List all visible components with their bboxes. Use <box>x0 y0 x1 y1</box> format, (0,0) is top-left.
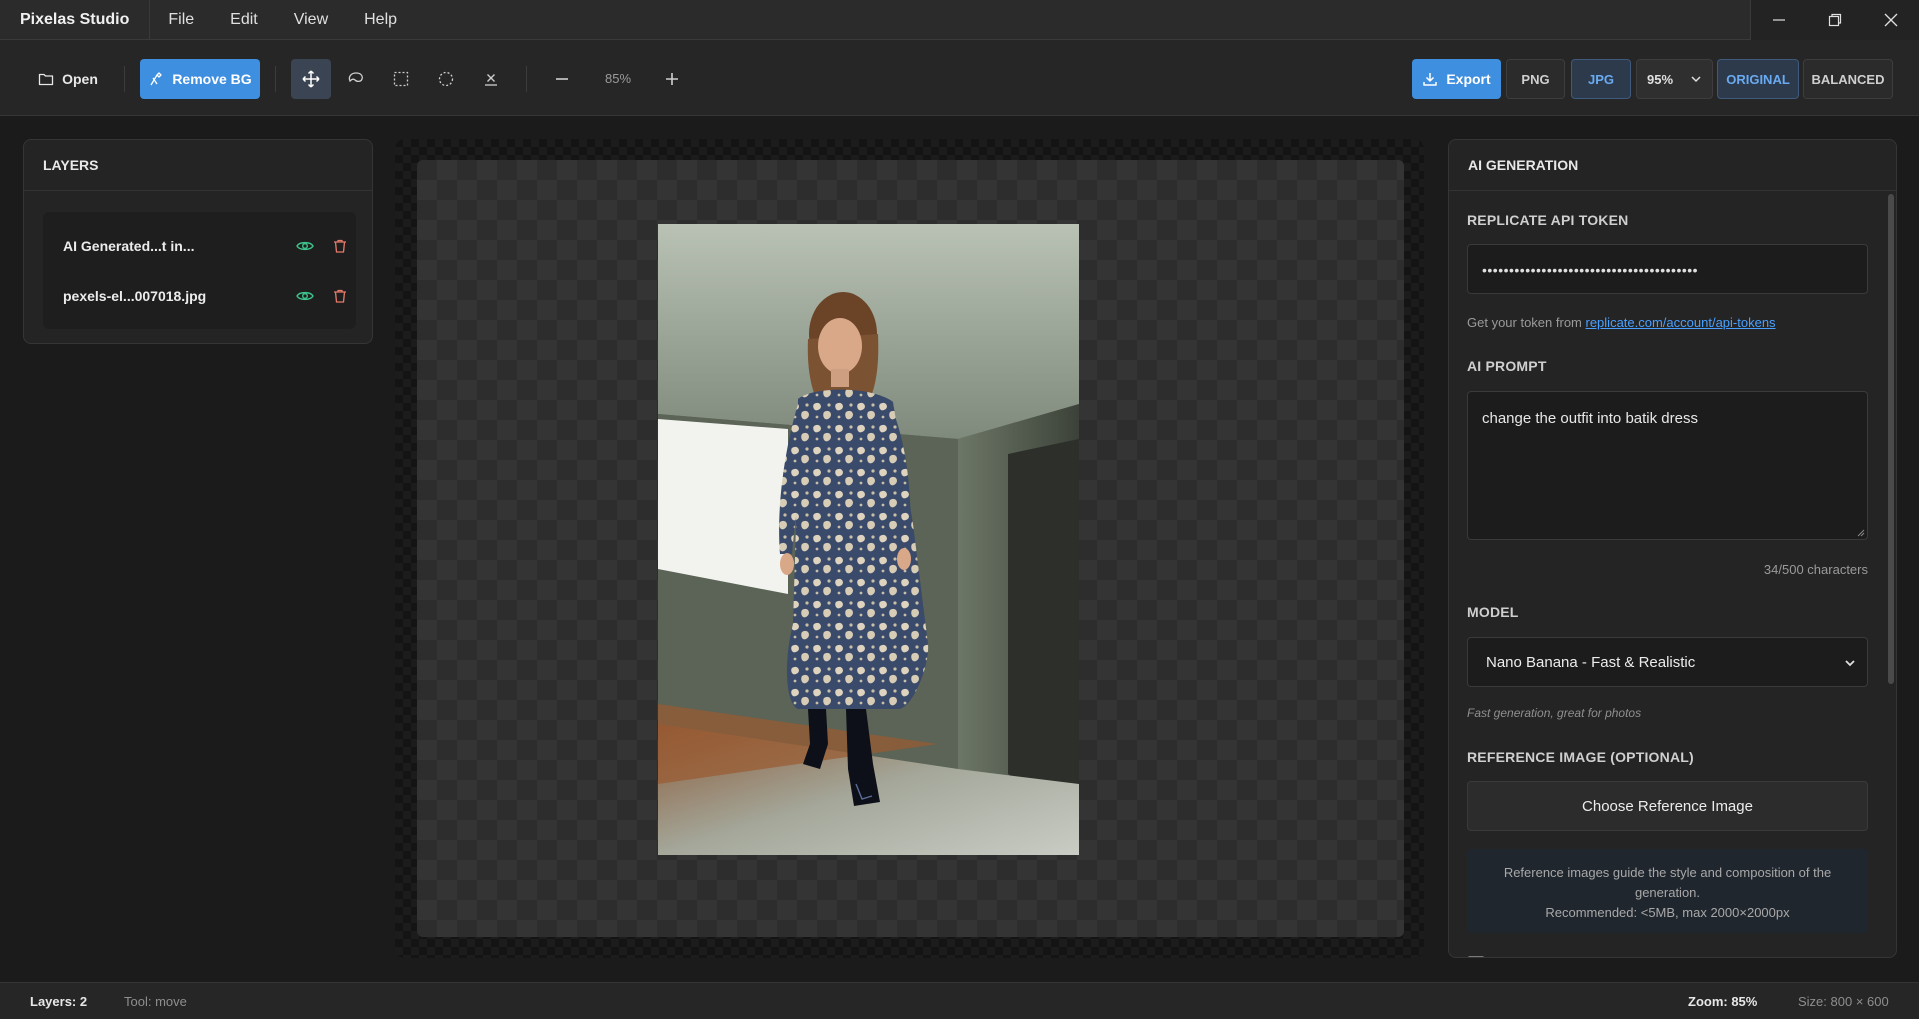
api-token-label: REPLICATE API TOKEN <box>1467 212 1629 228</box>
restore-button[interactable] <box>1807 0 1863 40</box>
folder-icon <box>38 73 54 86</box>
lasso-tool-button[interactable] <box>336 59 376 99</box>
reference-note-line: Recommended: <5MB, max 2000×2000px <box>1545 905 1790 920</box>
rect-select-icon <box>393 71 409 87</box>
quality-select[interactable]: 95% <box>1636 59 1713 99</box>
open-button[interactable]: Open <box>28 59 108 99</box>
mode-original-button[interactable]: ORIGINAL <box>1717 59 1799 99</box>
layers-panel: LAYERS AI Generated...t in... pexels-el.… <box>23 139 373 344</box>
model-select[interactable]: Nano Banana - Fast & Realistic <box>1467 637 1868 687</box>
eye-icon[interactable] <box>296 237 314 255</box>
status-layers: Layers: 2 <box>30 994 88 1009</box>
layer-name: AI Generated...t in... <box>63 238 195 254</box>
toolbar-divider <box>124 66 125 92</box>
lasso-icon <box>348 72 363 83</box>
menu-help[interactable]: Help <box>346 0 415 40</box>
fashion-photo <box>658 224 1079 855</box>
open-label: Open <box>62 71 98 87</box>
model-value: Nano Banana - Fast & Realistic <box>1486 654 1696 671</box>
token-hint: Get your token from replicate.com/accoun… <box>1467 315 1776 330</box>
eye-icon[interactable] <box>296 287 314 305</box>
title-bar: Pixelas Studio File Edit View Help <box>0 0 1919 40</box>
quality-value: 95% <box>1647 71 1674 87</box>
ai-panel-title: AI GENERATION <box>1449 140 1896 191</box>
mode-balanced-button[interactable]: BALANCED <box>1803 59 1893 99</box>
export-label: Export <box>1446 71 1491 87</box>
wand-icon <box>150 72 162 86</box>
clear-selection-button[interactable] <box>471 59 511 99</box>
close-icon <box>1884 13 1898 27</box>
plus-icon <box>666 73 678 85</box>
format-png-button[interactable]: PNG <box>1506 59 1565 99</box>
ai-prompt-textarea[interactable]: change the outfit into batik dress <box>1467 391 1868 540</box>
remove-bg-label: Remove BG <box>172 71 252 87</box>
minimize-button[interactable] <box>1751 0 1807 40</box>
menu-view[interactable]: View <box>276 0 346 40</box>
zoom-in-button[interactable] <box>652 59 692 99</box>
ellipse-select-icon <box>438 71 454 87</box>
prompt-text: change the outfit into batik dress <box>1482 410 1698 427</box>
checkbox[interactable] <box>1467 956 1485 957</box>
format-jpg-button[interactable]: JPG <box>1571 59 1631 99</box>
layer-list: AI Generated...t in... pexels-el...00701… <box>43 212 356 329</box>
move-tool-button[interactable] <box>291 59 331 99</box>
app-title: Pixelas Studio <box>0 0 151 40</box>
toolbar-divider <box>526 66 527 92</box>
chevron-down-icon <box>1691 76 1701 83</box>
api-token-input[interactable]: •••••••••••••••••••••••••••••••••••••••• <box>1467 244 1868 294</box>
reference-note: Reference images guide the style and com… <box>1467 849 1868 933</box>
toolbar-divider <box>275 66 276 92</box>
token-hint-text: Get your token from <box>1467 315 1586 330</box>
model-label: MODEL <box>1467 604 1519 620</box>
close-button[interactable] <box>1863 0 1919 40</box>
reference-image-label: REFERENCE IMAGE (OPTIONAL) <box>1467 749 1694 765</box>
menu-file[interactable]: File <box>150 0 212 40</box>
download-icon <box>1423 73 1438 86</box>
ai-panel-scroll-thumb[interactable] <box>1888 194 1894 684</box>
window-controls <box>1750 0 1919 40</box>
layer-name: pexels-el...007018.jpg <box>63 288 207 304</box>
minus-icon <box>556 78 568 80</box>
status-tool: Tool: move <box>124 994 187 1009</box>
canvas-photo-layer[interactable] <box>658 224 1079 855</box>
layers-title: LAYERS <box>24 140 372 191</box>
clear-selection-icon <box>485 74 497 86</box>
status-zoom: Zoom: 85% <box>1688 994 1758 1009</box>
char-count: 34/500 characters <box>1763 562 1868 577</box>
zoom-level: 85% <box>604 71 632 86</box>
toolbar: Open Remove BG 85% Export PNG JPG 95% OR… <box>0 40 1919 116</box>
choose-reference-button[interactable]: Choose Reference Image <box>1467 781 1868 831</box>
rect-select-button[interactable] <box>381 59 421 99</box>
layer-row[interactable]: pexels-el...007018.jpg <box>43 274 356 318</box>
zoom-out-button[interactable] <box>542 59 582 99</box>
ai-generation-panel: AI GENERATION REPLICATE API TOKEN ••••••… <box>1448 139 1897 958</box>
layer-row[interactable]: AI Generated...t in... <box>43 224 356 268</box>
chevron-down-icon <box>1845 660 1855 667</box>
trash-icon[interactable] <box>332 288 348 304</box>
token-link[interactable]: replicate.com/account/api-tokens <box>1586 315 1776 330</box>
minimize-icon <box>1773 19 1785 21</box>
export-button[interactable]: Export <box>1412 59 1501 99</box>
remove-bg-button[interactable]: Remove BG <box>140 59 260 99</box>
move-icon <box>302 70 320 88</box>
ai-prompt-label: AI PROMPT <box>1467 358 1547 374</box>
resize-grip-icon[interactable] <box>1855 527 1865 537</box>
reference-note-line: Reference images guide the style and com… <box>1503 865 1832 900</box>
ellipse-select-button[interactable] <box>426 59 466 99</box>
model-description: Fast generation, great for photos <box>1467 706 1642 720</box>
restore-icon <box>1828 13 1842 27</box>
menu-edit[interactable]: Edit <box>212 0 276 40</box>
status-size: Size: 800 × 600 <box>1798 994 1889 1009</box>
trash-icon[interactable] <box>332 238 348 254</box>
status-bar: Layers: 2 Tool: move Zoom: 85% Size: 800… <box>0 982 1919 1019</box>
